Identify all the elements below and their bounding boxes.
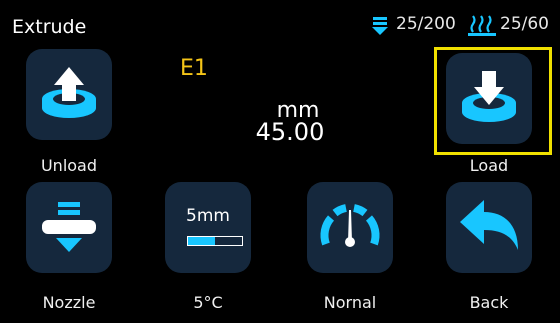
unload-icon (42, 67, 96, 118)
back-button[interactable] (446, 182, 532, 273)
step-size-value: 5mm (186, 206, 230, 226)
back-arrow-icon (460, 200, 518, 250)
unload-label: Unload (40, 156, 98, 175)
temp-label: 5°C (193, 293, 223, 312)
step-size-button[interactable]: 5mm (165, 182, 251, 273)
speed-button[interactable] (307, 182, 393, 273)
gauge-icon (320, 204, 380, 247)
unload-button[interactable] (26, 49, 112, 140)
nozzle-icon (372, 17, 388, 35)
nozzle-select-icon (42, 202, 96, 252)
extrude-amount: 45.00 (255, 118, 325, 146)
heatbed-icon (468, 15, 496, 36)
load-button[interactable] (446, 53, 532, 144)
step-size-fill (188, 237, 215, 245)
nozzle-label: Nozzle (42, 293, 96, 312)
load-icon (462, 71, 516, 122)
nozzle-temp: 25/200 (396, 14, 456, 34)
load-label: Load (469, 156, 509, 175)
back-label: Back (469, 293, 509, 312)
bed-temp: 25/60 (500, 14, 549, 34)
page-title: Extrude (12, 16, 87, 38)
extruder-label: E1 (180, 56, 208, 81)
speed-label: Nornal (323, 293, 377, 312)
nozzle-button[interactable] (26, 182, 112, 273)
step-size-bar (187, 236, 243, 246)
